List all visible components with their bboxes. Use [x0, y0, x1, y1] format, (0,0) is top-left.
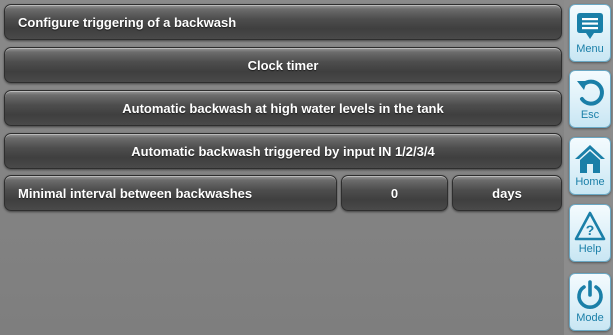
screen: Configure triggering of a backwash Clock… [0, 0, 613, 335]
home-button[interactable]: Home [569, 137, 611, 195]
page-title: Configure triggering of a backwash [4, 4, 562, 40]
interval-value-field[interactable]: 0 [341, 175, 448, 211]
sidebar: Menu Esc Home ? Help Mode [564, 0, 613, 335]
interval-unit: days [492, 185, 522, 201]
power-icon [577, 280, 603, 309]
help-label: Help [578, 243, 602, 255]
interval-label-box: Minimal interval between backwashes [4, 175, 337, 211]
menu-button[interactable]: Menu [569, 4, 611, 62]
main-panel: Configure triggering of a backwash Clock… [4, 4, 562, 331]
mode-button[interactable]: Mode [569, 273, 611, 331]
help-icon: ? [574, 211, 606, 241]
home-icon [575, 145, 605, 173]
menu-label: Menu [576, 43, 604, 55]
mode-label: Mode [576, 312, 604, 324]
home-label: Home [575, 176, 605, 188]
svg-text:?: ? [586, 222, 595, 238]
clock-timer-button[interactable]: Clock timer [4, 47, 562, 83]
high-water-level-button[interactable]: Automatic backwash at high water levels … [4, 90, 562, 126]
esc-button[interactable]: Esc [569, 70, 611, 128]
input-trigger-label: Automatic backwash triggered by input IN… [131, 143, 435, 159]
input-trigger-button[interactable]: Automatic backwash triggered by input IN… [4, 133, 562, 169]
back-arrow-icon [577, 79, 604, 106]
interval-value: 0 [390, 185, 399, 201]
interval-unit-box: days [452, 175, 562, 211]
interval-label: Minimal interval between backwashes [18, 185, 253, 201]
help-button[interactable]: ? Help [569, 204, 611, 262]
high-water-level-label: Automatic backwash at high water levels … [122, 100, 444, 116]
page-title-text: Configure triggering of a backwash [18, 14, 237, 30]
esc-label: Esc [580, 109, 600, 121]
menu-icon [577, 13, 603, 39]
clock-timer-label: Clock timer [247, 57, 319, 73]
